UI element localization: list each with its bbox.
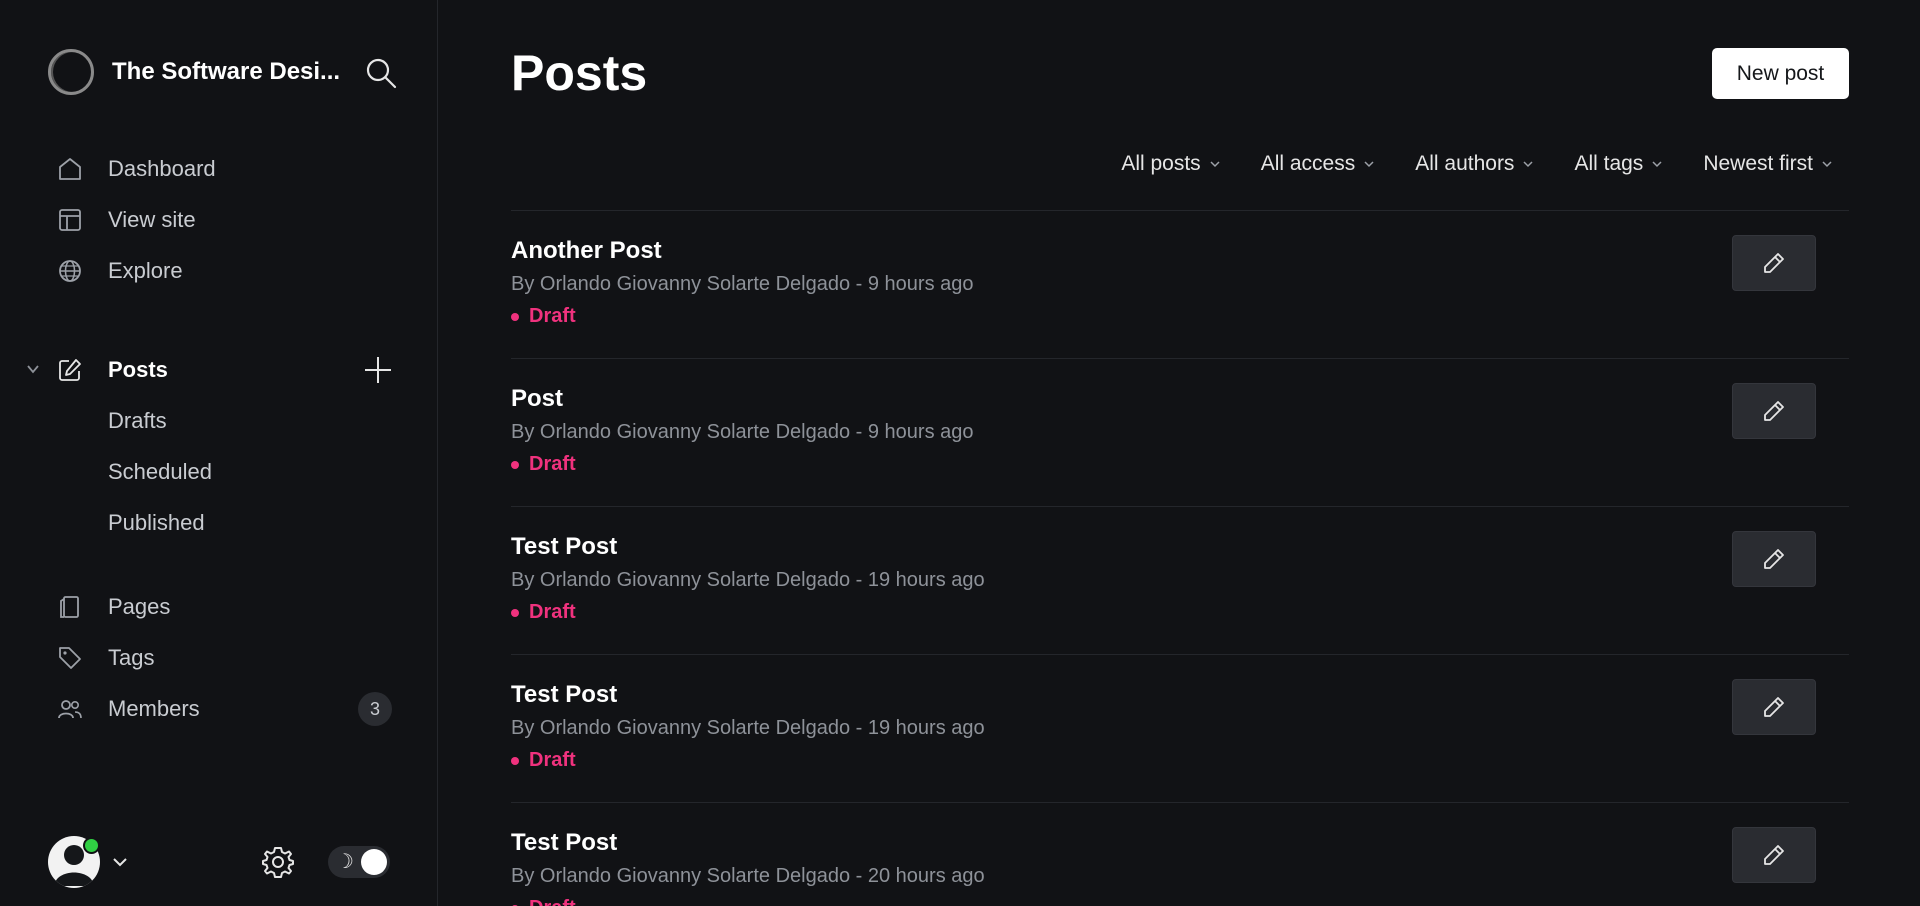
edit-post-button[interactable] — [1732, 383, 1816, 439]
post-row[interactable]: Test Post By Orlando Giovanny Solarte De… — [511, 655, 1849, 803]
members-icon — [56, 695, 84, 723]
filter-label: Newest first — [1703, 152, 1813, 175]
theme-toggle[interactable]: ☽ — [328, 846, 390, 878]
pencil-icon — [1764, 253, 1784, 273]
edit-icon — [56, 356, 84, 384]
status-dot — [511, 608, 519, 617]
sidebar-item-pages[interactable]: Pages — [56, 587, 396, 627]
chevron-down-icon — [1210, 161, 1220, 168]
site-title[interactable]: The Software Desi... — [112, 58, 342, 86]
sidebar-subitem-drafts[interactable]: Drafts — [108, 401, 167, 441]
pencil-icon — [1764, 401, 1784, 421]
chevron-down-icon — [1652, 161, 1662, 168]
moon-icon: ☽ — [336, 849, 354, 873]
chevron-down-icon — [1364, 161, 1374, 168]
filter-label: All tags — [1574, 152, 1644, 175]
post-title[interactable]: Another Post — [511, 237, 662, 265]
post-row[interactable]: Another Post By Orlando Giovanny Solarte… — [511, 211, 1849, 359]
post-title[interactable]: Test Post — [511, 829, 617, 857]
status-label: Draft — [529, 897, 576, 906]
layout-icon — [56, 206, 84, 234]
post-meta: By Orlando Giovanny Solarte Delgado - 20… — [511, 865, 985, 887]
pencil-icon — [1764, 845, 1784, 865]
post-meta: By Orlando Giovanny Solarte Delgado - 9 … — [511, 421, 974, 443]
members-count-badge: 3 — [358, 692, 392, 726]
globe-icon — [56, 257, 84, 285]
sidebar-item-view-site[interactable]: View site — [56, 200, 396, 240]
filter-bar: All posts All access All authors All tag… — [1081, 152, 1833, 176]
chevron-down-icon[interactable] — [24, 360, 42, 378]
edit-post-button[interactable] — [1732, 827, 1816, 883]
search-icon[interactable] — [364, 56, 398, 90]
sidebar: The Software Desi... Dashboard View site… — [0, 0, 438, 906]
filter-sort-order[interactable]: Newest first — [1703, 152, 1833, 176]
post-title[interactable]: Post — [511, 385, 563, 413]
site-logo — [48, 49, 94, 95]
filter-all-access[interactable]: All access — [1261, 152, 1376, 176]
status-label: Draft — [529, 749, 576, 771]
new-post-button[interactable]: New post — [1712, 48, 1849, 99]
post-status: Draft — [511, 601, 576, 624]
add-post-icon[interactable] — [362, 354, 394, 386]
chevron-down-icon — [1822, 161, 1832, 168]
sidebar-item-label: Posts — [108, 357, 168, 382]
main-content: Posts New post All posts All access All … — [511, 0, 1849, 906]
pencil-icon — [1764, 697, 1784, 717]
sidebar-item-label: Explore — [108, 258, 183, 283]
post-status: Draft — [511, 305, 576, 328]
status-dot — [511, 312, 519, 321]
sidebar-item-label: View site — [108, 207, 196, 232]
status-label: Draft — [529, 453, 576, 475]
filter-label: All access — [1260, 152, 1356, 175]
home-icon — [56, 155, 84, 183]
sidebar-item-members[interactable]: Members — [56, 689, 396, 729]
post-meta: By Orlando Giovanny Solarte Delgado - 19… — [511, 717, 985, 739]
post-row[interactable]: Post By Orlando Giovanny Solarte Delgado… — [511, 359, 1849, 507]
edit-post-button[interactable] — [1732, 235, 1816, 291]
post-status: Draft — [511, 749, 576, 772]
pages-icon — [56, 593, 84, 621]
filter-all-tags[interactable]: All tags — [1574, 152, 1663, 176]
sidebar-item-posts[interactable]: Posts — [56, 350, 396, 390]
online-status-indicator — [83, 837, 100, 854]
sidebar-subitem-scheduled[interactable]: Scheduled — [108, 452, 212, 492]
sidebar-item-dashboard[interactable]: Dashboard — [56, 149, 396, 189]
post-row[interactable]: Test Post By Orlando Giovanny Solarte De… — [511, 803, 1849, 906]
sidebar-item-explore[interactable]: Explore — [56, 251, 396, 291]
post-status: Draft — [511, 897, 576, 906]
sidebar-subitem-published[interactable]: Published — [108, 503, 205, 543]
sidebar-item-label: Members — [108, 696, 200, 721]
site-brand[interactable]: The Software Desi... — [48, 48, 398, 96]
filter-label: All posts — [1121, 152, 1201, 175]
status-dot — [511, 460, 519, 469]
post-row[interactable]: Test Post By Orlando Giovanny Solarte De… — [511, 507, 1849, 655]
filter-all-authors[interactable]: All authors — [1415, 152, 1534, 176]
status-label: Draft — [529, 305, 576, 327]
post-meta: By Orlando Giovanny Solarte Delgado - 9 … — [511, 273, 974, 295]
pencil-icon — [1764, 549, 1784, 569]
chevron-down-icon[interactable] — [110, 852, 130, 872]
status-dot — [511, 756, 519, 765]
edit-post-button[interactable] — [1732, 531, 1816, 587]
tag-icon — [56, 644, 84, 672]
sidebar-item-label: Dashboard — [108, 156, 216, 181]
status-label: Draft — [529, 601, 576, 623]
post-title[interactable]: Test Post — [511, 681, 617, 709]
post-list: Another Post By Orlando Giovanny Solarte… — [511, 210, 1849, 906]
post-status: Draft — [511, 453, 576, 476]
page-title: Posts — [511, 45, 648, 101]
post-title[interactable]: Test Post — [511, 533, 617, 561]
post-meta: By Orlando Giovanny Solarte Delgado - 19… — [511, 569, 985, 591]
sidebar-item-label: Tags — [108, 645, 155, 670]
edit-post-button[interactable] — [1732, 679, 1816, 735]
chevron-down-icon — [1523, 161, 1533, 168]
toggle-knob — [361, 849, 387, 875]
sidebar-item-tags[interactable]: Tags — [56, 638, 396, 678]
filter-all-posts[interactable]: All posts — [1121, 152, 1220, 176]
sidebar-item-label: Pages — [108, 594, 171, 619]
gear-icon[interactable] — [260, 844, 296, 880]
filter-label: All authors — [1415, 152, 1515, 175]
